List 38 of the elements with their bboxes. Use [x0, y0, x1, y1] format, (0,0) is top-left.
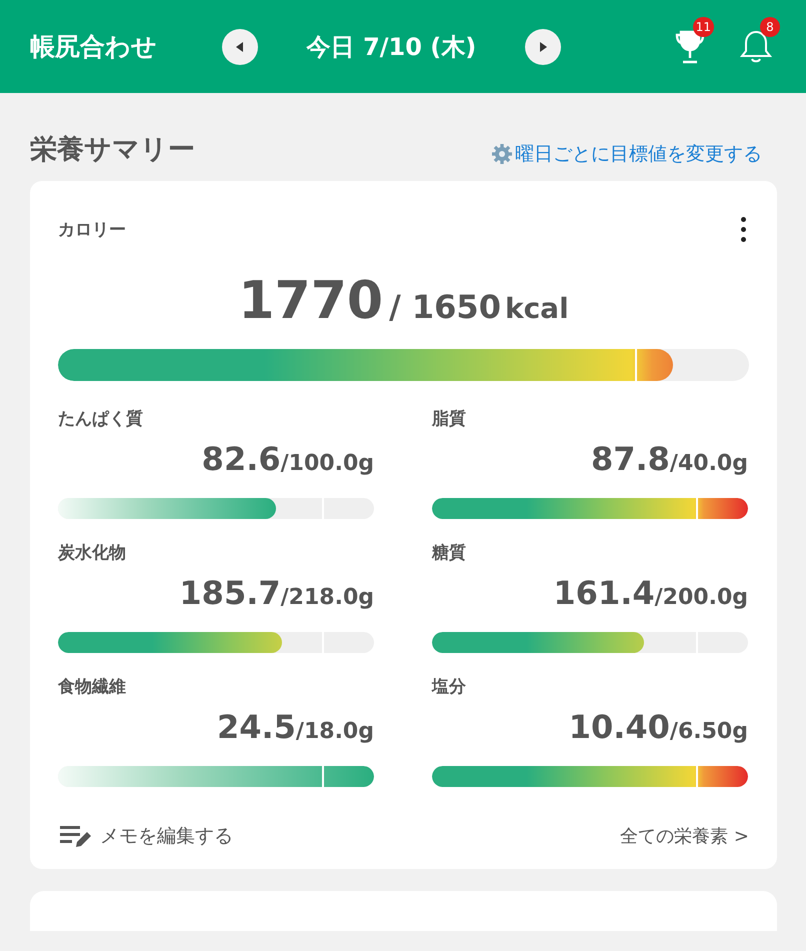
- nutrient-value: 24.5: [216, 708, 296, 746]
- nutrient-value: 82.6: [202, 440, 281, 478]
- section-title: 栄養サマリー: [30, 133, 195, 167]
- gear-icon: [491, 143, 513, 165]
- nutrient-value: 185.7: [179, 574, 281, 612]
- nutrient-label: たんぱく質: [58, 408, 144, 430]
- change-goals-link[interactable]: 曜日ごとに目標値を変更する: [491, 141, 762, 167]
- nutrient-value: 10.40: [568, 708, 670, 746]
- app-title: 帳尻合わせ: [30, 31, 158, 63]
- calorie-value: 1770: [238, 271, 384, 331]
- nutrient-value: 161.4: [553, 574, 655, 612]
- edit-memo-link[interactable]: メモを編集する: [58, 823, 233, 849]
- nutrient-label: 食物繊維: [58, 676, 127, 698]
- target-marker: [696, 498, 698, 519]
- edit-notes-icon: [58, 823, 92, 849]
- nutrient-label: 糖質: [432, 542, 467, 564]
- previous-day-button[interactable]: [222, 28, 258, 64]
- nutrient-target: /100.0g: [280, 451, 374, 476]
- nutrient-target: /18.0g: [296, 719, 374, 744]
- nutrient-label: 炭水化物: [58, 542, 127, 564]
- nutrient-target: /218.0g: [280, 585, 374, 610]
- nutrient-target: /6.50g: [670, 719, 748, 744]
- calorie-target: / 1650: [389, 288, 501, 326]
- nutrient-value: 87.8: [590, 440, 670, 478]
- nutrient-label: 塩分: [432, 676, 467, 698]
- calorie-label: カロリー: [58, 218, 126, 240]
- nutrient-label: 脂質: [432, 408, 467, 430]
- calorie-unit: kcal: [504, 292, 569, 325]
- nutrient-target: /40.0g: [670, 451, 748, 476]
- target-marker: [696, 766, 698, 787]
- all-nutrients-link[interactable]: 全ての栄養素 >: [620, 824, 749, 848]
- target-marker: [322, 766, 324, 787]
- target-marker: [634, 349, 637, 381]
- date-label: 今日 7/10 (木): [305, 32, 478, 62]
- next-day-button[interactable]: [525, 28, 561, 64]
- notification-badge: 8: [760, 16, 780, 36]
- nutrient-target: /200.0g: [654, 585, 748, 610]
- notification-badge: 11: [692, 16, 714, 36]
